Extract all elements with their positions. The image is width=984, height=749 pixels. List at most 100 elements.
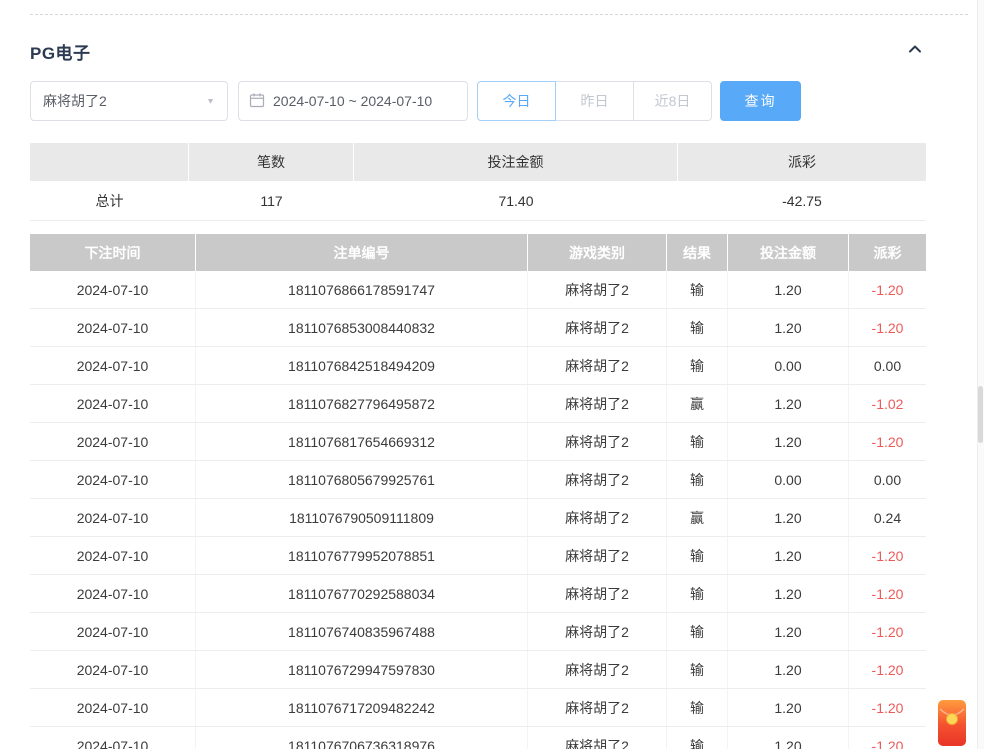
table-row: 2024-07-101811076790509111809麻将胡了2赢1.200… (30, 499, 926, 537)
quick-range-button[interactable]: 近8日 (633, 81, 712, 121)
game-type-cell: 麻将胡了2 (528, 651, 667, 688)
game-type-cell: 麻将胡了2 (528, 575, 667, 612)
payout-cell: 0.00 (849, 347, 926, 384)
result-cell: 输 (667, 727, 728, 749)
bet-id-cell: 1811076827796495872 (196, 385, 528, 422)
bet-time-cell: 2024-07-10 (30, 461, 196, 498)
result-cell: 输 (667, 537, 728, 574)
game-type-cell: 麻将胡了2 (528, 613, 667, 650)
bet-amount-cell: 0.00 (728, 461, 849, 498)
payout-cell: -1.20 (849, 727, 926, 749)
game-select-value: 麻将胡了2 (43, 91, 107, 111)
result-cell: 输 (667, 651, 728, 688)
result-cell: 输 (667, 575, 728, 612)
bet-amount-cell: 1.20 (728, 309, 849, 346)
game-type-cell: 麻将胡了2 (528, 309, 667, 346)
bet-amount-cell: 1.20 (728, 689, 849, 726)
header-game-type: 游戏类别 (528, 234, 667, 271)
payout-cell: 0.24 (849, 499, 926, 536)
bet-amount-cell: 1.20 (728, 271, 849, 308)
payout-cell: -1.20 (849, 689, 926, 726)
payout-cell: 0.00 (849, 461, 926, 498)
result-cell: 输 (667, 423, 728, 460)
game-type-cell: 麻将胡了2 (528, 689, 667, 726)
betting-records-panel: PG电子 麻将胡了2 ▼ 2024-07-10 ~ 2024-07-10 (0, 0, 984, 749)
bet-id-cell: 1811076790509111809 (196, 499, 528, 536)
bet-amount-cell: 1.20 (728, 385, 849, 422)
game-select[interactable]: 麻将胡了2 ▼ (30, 81, 228, 121)
red-envelope-button[interactable] (938, 700, 966, 746)
section-title: PG电子 (30, 39, 91, 64)
payout-cell: -1.20 (849, 537, 926, 574)
game-type-cell: 麻将胡了2 (528, 727, 667, 749)
bet-id-cell: 1811076842518494209 (196, 347, 528, 384)
bets-header-row: 下注时间 注单编号 游戏类别 结果 投注金额 派彩 (30, 234, 926, 271)
collapse-section-button[interactable] (904, 41, 926, 63)
filter-toolbar: 麻将胡了2 ▼ 2024-07-10 ~ 2024-07-10 今日 昨日 近8… (30, 81, 801, 121)
date-range-picker[interactable]: 2024-07-10 ~ 2024-07-10 (238, 81, 468, 121)
caret-down-icon: ▼ (206, 97, 215, 105)
result-cell: 输 (667, 613, 728, 650)
table-row: 2024-07-101811076866178591747麻将胡了2输1.20-… (30, 271, 926, 309)
summary-header-count: 笔数 (189, 143, 354, 181)
summary-table: 笔数 投注金额 派彩 总计 117 71.40 -42.75 (30, 143, 926, 221)
summary-count-value: 117 (189, 181, 354, 220)
result-cell: 赢 (667, 499, 728, 536)
bet-time-cell: 2024-07-10 (30, 347, 196, 384)
top-dashed-divider (30, 14, 968, 15)
result-cell: 输 (667, 347, 728, 384)
bet-amount-cell: 1.20 (728, 537, 849, 574)
result-cell: 输 (667, 689, 728, 726)
quick-range-button[interactable]: 昨日 (555, 81, 634, 121)
bet-id-cell: 1811076853008440832 (196, 309, 528, 346)
payout-cell: -1.20 (849, 651, 926, 688)
bet-time-cell: 2024-07-10 (30, 309, 196, 346)
table-row: 2024-07-101811076817654669312麻将胡了2输1.20-… (30, 423, 926, 461)
result-cell: 输 (667, 461, 728, 498)
table-row: 2024-07-101811076842518494209麻将胡了2输0.000… (30, 347, 926, 385)
bet-time-cell: 2024-07-10 (30, 651, 196, 688)
payout-cell: -1.02 (849, 385, 926, 422)
game-type-cell: 麻将胡了2 (528, 461, 667, 498)
bet-id-cell: 1811076779952078851 (196, 537, 528, 574)
quick-range-button[interactable]: 今日 (477, 81, 556, 121)
bet-amount-cell: 1.20 (728, 499, 849, 536)
header-result: 结果 (667, 234, 728, 271)
bet-time-cell: 2024-07-10 (30, 575, 196, 612)
table-row: 2024-07-101811076770292588034麻将胡了2输1.20-… (30, 575, 926, 613)
bets-table-body: 2024-07-101811076866178591747麻将胡了2输1.20-… (30, 271, 926, 749)
bet-time-cell: 2024-07-10 (30, 613, 196, 650)
header-bet-amount: 投注金额 (728, 234, 849, 271)
bet-time-cell: 2024-07-10 (30, 499, 196, 536)
bet-amount-cell: 1.20 (728, 575, 849, 612)
payout-cell: -1.20 (849, 423, 926, 460)
game-type-cell: 麻将胡了2 (528, 499, 667, 536)
table-row: 2024-07-101811076853008440832麻将胡了2输1.20-… (30, 309, 926, 347)
table-row: 2024-07-101811076740835967488麻将胡了2输1.20-… (30, 613, 926, 651)
bet-time-cell: 2024-07-10 (30, 271, 196, 308)
result-cell: 输 (667, 309, 728, 346)
search-button[interactable]: 查询 (720, 81, 801, 121)
summary-total-label: 总计 (30, 181, 189, 220)
calendar-icon (249, 92, 273, 111)
table-row: 2024-07-101811076717209482242麻将胡了2输1.20-… (30, 689, 926, 727)
quick-range-button-group: 今日 昨日 近8日 (477, 81, 712, 121)
result-cell: 赢 (667, 385, 728, 422)
bet-amount-cell: 1.20 (728, 613, 849, 650)
summary-header-blank (30, 143, 189, 181)
bets-table: 下注时间 注单编号 游戏类别 结果 投注金额 派彩 2024-07-101811… (30, 234, 926, 749)
scrollbar-thumb[interactable] (978, 386, 983, 443)
bet-id-cell: 1811076706736318976 (196, 727, 528, 749)
bet-id-cell: 1811076805679925761 (196, 461, 528, 498)
bet-id-cell: 1811076866178591747 (196, 271, 528, 308)
bet-amount-cell: 1.20 (728, 727, 849, 749)
bet-time-cell: 2024-07-10 (30, 423, 196, 460)
vertical-scrollbar[interactable] (977, 0, 984, 749)
header-bet-id: 注单编号 (196, 234, 528, 271)
bet-amount-cell: 1.20 (728, 651, 849, 688)
summary-header-payout: 派彩 (678, 143, 926, 181)
summary-total-row: 总计 117 71.40 -42.75 (30, 181, 926, 221)
table-row: 2024-07-101811076706736318976麻将胡了2输1.20-… (30, 727, 926, 749)
game-type-cell: 麻将胡了2 (528, 423, 667, 460)
red-envelope-icon (938, 733, 966, 749)
